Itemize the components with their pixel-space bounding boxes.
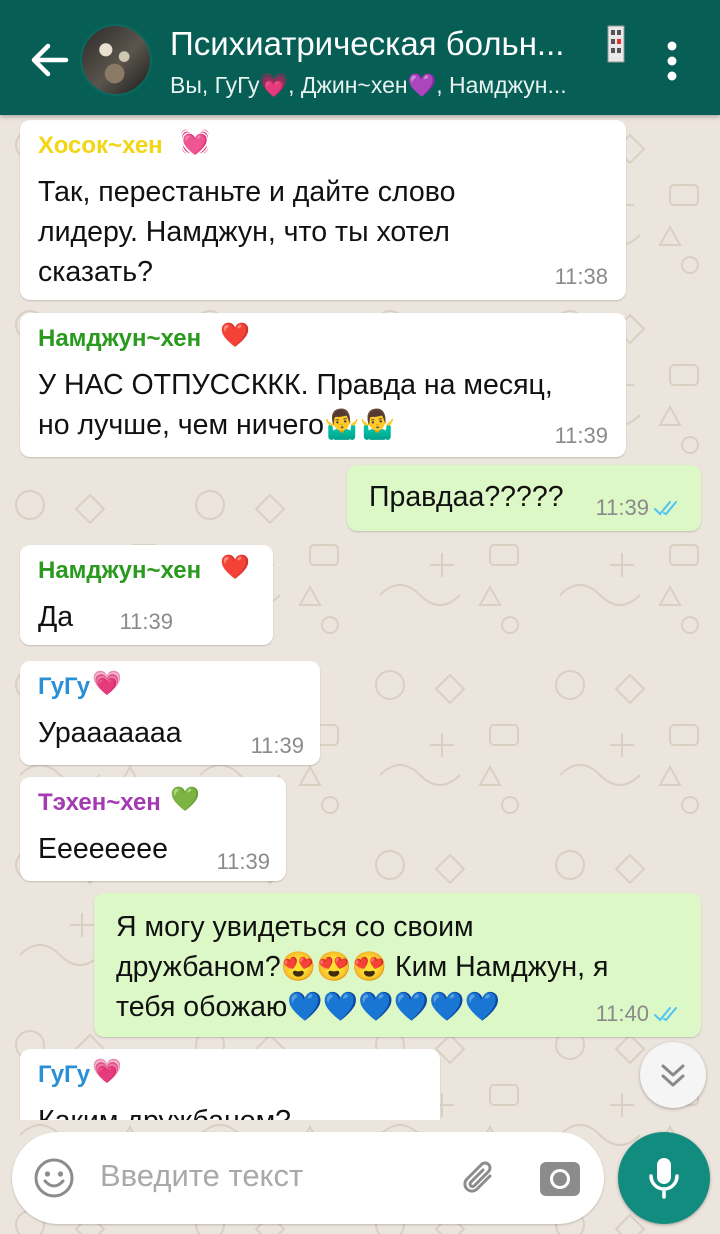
message-time: 11:39 — [250, 733, 304, 758]
emoji-button[interactable] — [32, 1156, 76, 1200]
message-bubble-outgoing[interactable]: Правдаа????? 11:39 — [347, 465, 701, 531]
chat-title[interactable]: Психиатрическая больн... — [170, 22, 630, 66]
camera-button[interactable] — [536, 1154, 584, 1202]
group-avatar[interactable] — [80, 24, 152, 96]
message-text: Урааааааа — [38, 717, 182, 749]
message-text: Каким дружбаном? — [38, 1101, 291, 1120]
message-text: Да — [38, 601, 74, 633]
voice-message-button[interactable] — [618, 1132, 710, 1224]
chat-header: Психиатрическая больн... Вы, ГуГу💗, Джин… — [0, 0, 720, 115]
message-bubble-outgoing[interactable]: Я могу увидеться со своим дружбаном?😍😍😍 … — [94, 893, 701, 1037]
more-options-button[interactable] — [650, 36, 694, 86]
sender-name: Тэхен~хен — [38, 789, 161, 816]
message-time: 11:38 — [554, 264, 608, 289]
message-time: 11:39 — [554, 423, 608, 448]
double-check-read-icon — [654, 501, 677, 516]
sender-name: Намджун~хен — [38, 325, 202, 352]
back-button[interactable] — [20, 32, 76, 88]
chat-screen: Психиатрическая больн... Вы, ГуГу💗, Джин… — [0, 0, 720, 1234]
double-chevron-down-icon — [661, 1064, 685, 1087]
message-bubble[interactable]: Намджун~хен ❤️ У НАС ОТПУССККК. Правда н… — [20, 313, 626, 457]
message-text: Ееееееее — [38, 833, 168, 865]
sender-emoji: ❤️ — [220, 321, 250, 349]
message-text: Правдаа????? — [369, 481, 564, 513]
message-list[interactable]: Хосок~хен 💓 Так, перестаньте и дайте сло… — [0, 115, 720, 1120]
hospital-emoji-icon — [606, 24, 626, 64]
sender-emoji: 💗 — [92, 1057, 122, 1085]
message-time: 11:39 — [595, 495, 649, 520]
attach-button[interactable] — [456, 1154, 504, 1202]
sender-name: Намджун~хен — [38, 557, 202, 584]
scroll-to-bottom-button[interactable] — [640, 1042, 706, 1108]
message-bubble[interactable]: ГуГу 💗 Урааааааа 11:39 — [20, 661, 320, 765]
camera-icon — [540, 1162, 580, 1196]
message-time: 11:40 — [595, 1001, 649, 1026]
more-vert-icon — [667, 41, 677, 81]
sender-name: Хосок~хен — [38, 132, 163, 159]
chat-participants[interactable]: Вы, ГуГу💗, Джин~хен💜, Намджун... — [170, 70, 630, 100]
sender-emoji: 💗 — [92, 669, 122, 697]
sender-emoji: 💓 — [180, 128, 210, 156]
message-bubble[interactable]: ГуГу 💗 Каким дружбаном? — [20, 1049, 440, 1120]
sender-emoji: 💚 — [170, 785, 200, 813]
message-bubble[interactable]: Тэхен~хен 💚 Ееееееее 11:39 — [20, 777, 286, 881]
message-input[interactable]: Введите текст — [100, 1158, 303, 1194]
message-text: У НАС ОТПУССККК. Правда на месяц, но луч… — [38, 369, 553, 441]
double-check-read-icon — [654, 1007, 677, 1022]
sender-name: ГуГу — [38, 673, 91, 700]
message-composer: Введите текст — [12, 1132, 604, 1224]
message-bubble[interactable]: Хосок~хен 💓 Так, перестаньте и дайте сло… — [20, 120, 626, 300]
mic-icon — [649, 1158, 679, 1199]
paperclip-icon — [463, 1161, 492, 1193]
sender-name: ГуГу — [38, 1061, 91, 1088]
sender-emoji: ❤️ — [220, 553, 250, 581]
arrow-left-icon — [31, 43, 69, 77]
message-text: Так, перестаньте и дайте слово лидеру. Н… — [38, 176, 456, 288]
message-time: 11:39 — [216, 849, 270, 874]
emoji-icon — [34, 1158, 74, 1198]
message-time: 11:39 — [119, 609, 173, 634]
message-bubble[interactable]: Намджун~хен ❤️ Да 11:39 — [20, 545, 273, 645]
